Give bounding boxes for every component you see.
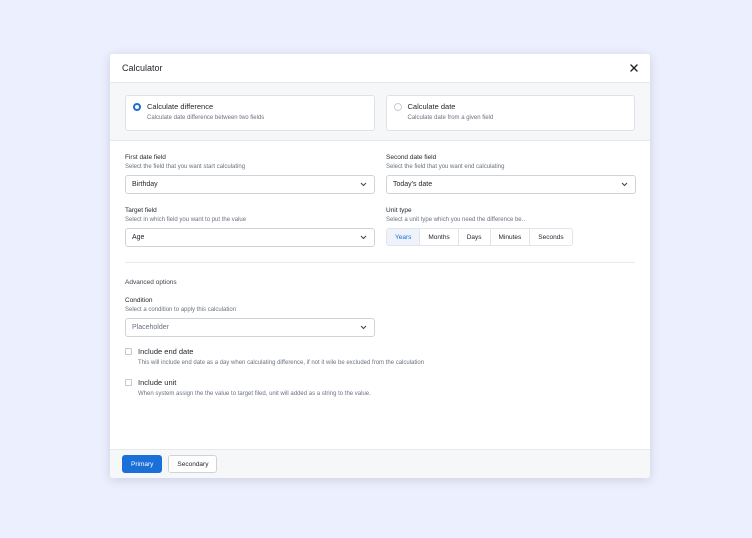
radio-unchecked-icon[interactable] (393, 103, 402, 111)
section-divider (125, 262, 635, 263)
second-date-field-group: Second date field Select the field that … (386, 153, 636, 194)
mode-selector: Calculate difference Calculate date diff… (110, 83, 650, 141)
modal-footer: Primary Secondary (110, 449, 650, 478)
include-end-date-description: This will include end date as a day when… (138, 360, 425, 366)
target-value: Age (132, 234, 145, 241)
mode-option-calculate-date[interactable]: Calculate date Calculate date from a giv… (385, 95, 635, 131)
target-label: Target field (125, 207, 157, 214)
modal-header: Calculator (110, 54, 650, 83)
condition-field-group: Condition Select a condition to apply th… (125, 296, 635, 337)
chevron-down-icon (360, 235, 367, 240)
primary-button[interactable]: Primary (122, 455, 163, 473)
advanced-options-title: Advanced options (125, 279, 177, 286)
include-end-date-label: Include end date (138, 347, 194, 356)
first-date-value: Birthday (132, 181, 158, 188)
condition-placeholder: Placeholder (132, 324, 169, 331)
target-help: Select in which field you want to put th… (125, 217, 247, 223)
unit-type-segmented-control: Years Months Days Minutes Seconds (386, 228, 573, 246)
close-button[interactable] (627, 61, 641, 75)
condition-label: Condition (125, 297, 153, 304)
second-date-select[interactable]: Today's date (386, 175, 636, 194)
mode-option-title: Calculate date (407, 102, 456, 111)
calculator-modal: Calculator Calculate difference Calculat… (110, 54, 650, 478)
unit-type-label: Unit type (386, 207, 412, 214)
unit-type-group: Unit type Select a unit type which you n… (386, 206, 635, 247)
modal-title: Calculator (122, 63, 163, 73)
second-date-value: Today's date (393, 181, 433, 188)
chevron-down-icon (621, 182, 628, 187)
include-unit-option: Include unit When system assign the the … (125, 378, 635, 399)
include-unit-checkbox[interactable] (125, 379, 132, 386)
chevron-down-icon (360, 325, 367, 330)
unit-option-days[interactable]: Days (458, 229, 491, 245)
chevron-down-icon (360, 182, 367, 187)
modal-body: First date field Select the field that y… (110, 141, 650, 399)
include-end-date-option: Include end date This will include end d… (125, 347, 635, 368)
close-icon (630, 64, 638, 72)
mode-option-description: Calculate date from a given field (407, 115, 494, 121)
first-date-label: First date field (125, 154, 166, 161)
second-date-help: Select the field that you want end calcu… (386, 164, 505, 170)
target-select[interactable]: Age (125, 228, 375, 247)
second-date-label: Second date field (386, 154, 437, 161)
mode-option-description: Calculate date difference between two fi… (147, 115, 265, 121)
include-end-date-checkbox[interactable] (125, 348, 132, 355)
unit-option-minutes[interactable]: Minutes (490, 229, 531, 245)
include-unit-description: When system assign the the value to targ… (138, 391, 371, 397)
unit-option-months[interactable]: Months (420, 229, 459, 245)
unit-option-years[interactable]: Years (387, 229, 421, 245)
include-unit-label: Include unit (138, 378, 177, 387)
secondary-button[interactable]: Secondary (168, 455, 218, 473)
date-fields-row: First date field Select the field that y… (125, 153, 636, 194)
condition-select[interactable]: Placeholder (125, 318, 375, 337)
target-unit-row: Target field Select in which field you w… (125, 206, 635, 247)
mode-option-title: Calculate difference (147, 102, 214, 111)
first-date-field-group: First date field Select the field that y… (125, 153, 375, 194)
unit-type-help: Select a unit type which you need the di… (386, 217, 525, 223)
mode-option-calculate-difference[interactable]: Calculate difference Calculate date diff… (125, 95, 375, 131)
first-date-select[interactable]: Birthday (125, 175, 375, 194)
condition-help: Select a condition to apply this calcula… (125, 307, 237, 313)
target-field-group: Target field Select in which field you w… (125, 206, 375, 247)
radio-checked-icon[interactable] (133, 103, 141, 111)
unit-option-seconds[interactable]: Seconds (530, 229, 572, 245)
first-date-help: Select the field that you want start cal… (125, 164, 246, 170)
